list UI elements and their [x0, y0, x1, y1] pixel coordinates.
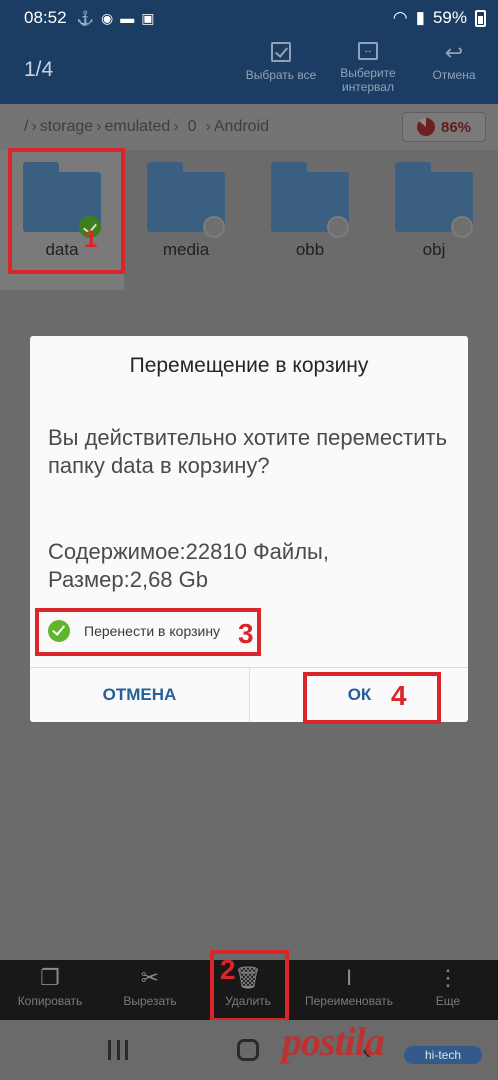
folder-name: obb: [295, 240, 325, 259]
scissors-icon: ✂: [140, 965, 160, 990]
annotation-number-3: 3: [238, 618, 254, 649]
rename-button[interactable]: I Переименовать: [296, 960, 402, 1020]
chevron-right-icon: ›: [31, 118, 37, 135]
breadcrumb-root[interactable]: /: [24, 118, 28, 136]
breadcrumb-zero[interactable]: 0: [188, 118, 197, 136]
cancel-label: Отмена: [432, 68, 476, 82]
copy-label: Копировать: [17, 994, 83, 1008]
notification-icons: ⚓ ◉ ▬ ▣: [77, 10, 155, 27]
image-notification-icon: ▣: [141, 9, 155, 26]
pie-chart-icon: [416, 118, 435, 136]
status-time: 08:52: [24, 8, 67, 27]
cut-label: Вырезать: [123, 994, 177, 1008]
annotation-box-4: [303, 672, 441, 724]
unselected-circle-icon[interactable]: [451, 216, 473, 238]
copy-icon: ❐: [40, 965, 60, 990]
unselected-circle-icon[interactable]: [327, 216, 349, 238]
folder-item-obb[interactable]: obb: [248, 150, 372, 290]
more-vertical-icon: ⋮: [437, 965, 459, 990]
notification-icon: ⚓: [76, 9, 94, 26]
folder-name: media: [162, 240, 210, 259]
recent-apps-icon[interactable]: [108, 1040, 128, 1060]
selection-toolbar: 1/4 Выбрать все ↔ Выберите интервал ↩ От…: [0, 36, 498, 104]
breadcrumb-emulated[interactable]: emulated: [104, 118, 170, 136]
watermark-logo: postila: [282, 1019, 385, 1064]
chevron-right-icon: ›: [96, 118, 102, 135]
battery-icon: [475, 9, 486, 27]
check-square-icon: [271, 42, 291, 62]
range-icon: ↔: [358, 42, 378, 60]
storage-usage-badge[interactable]: 86%: [402, 112, 486, 142]
folder-notification-icon: ▬: [120, 9, 135, 26]
breadcrumb-storage[interactable]: storage: [40, 118, 93, 136]
dialog-title: Перемещение в корзину: [129, 354, 369, 377]
annotation-box-3: [35, 608, 261, 656]
cut-button[interactable]: ✂ Вырезать: [108, 960, 192, 1020]
wifi-icon: ◠: [392, 8, 408, 27]
home-icon[interactable]: [237, 1039, 259, 1061]
select-all-label: Выбрать все: [245, 68, 317, 82]
dialog-info: Содержимое:22810 Файлы, Размер:2,68 Gb: [48, 538, 448, 594]
battery-percent: 59%: [432, 8, 467, 27]
rename-label: Переименовать: [305, 994, 393, 1008]
folder-name: obj: [422, 240, 446, 259]
annotation-box-1: [8, 148, 125, 274]
more-label: Еще: [435, 994, 461, 1008]
watermark-badge: hi-tech: [404, 1046, 482, 1064]
annotation-number-1: 1: [84, 226, 98, 253]
copy-button[interactable]: ❐ Копировать: [8, 960, 92, 1020]
signal-icon: ▮: [415, 8, 425, 27]
selection-count: 1/4: [24, 58, 54, 81]
dialog-contents-line: Содержимое:22810 Файлы,: [48, 539, 329, 564]
chevron-right-icon: ›: [173, 118, 179, 135]
select-range-button[interactable]: ↔ Выберите интервал: [334, 42, 402, 94]
breadcrumb: / › storage › emulated › 0 › Android 86%: [0, 104, 498, 150]
annotation-number-4: 4: [391, 680, 407, 711]
more-button[interactable]: ⋮ Еще: [416, 960, 480, 1020]
folder-item-media[interactable]: media: [124, 150, 248, 290]
text-cursor-icon: I: [345, 965, 353, 990]
chevron-right-icon: ›: [205, 118, 211, 135]
move-to-trash-dialog: Перемещение в корзину Вы действительно х…: [30, 336, 468, 722]
breadcrumb-android[interactable]: Android: [214, 118, 269, 136]
cancel-button[interactable]: ОТМЕНА: [30, 668, 249, 722]
storage-used-value: 86%: [440, 118, 472, 136]
annotation-number-2: 2: [220, 954, 236, 985]
select-all-button[interactable]: Выбрать все: [242, 42, 320, 82]
dialog-message: Вы действительно хотите переместить папк…: [48, 425, 448, 478]
unselected-circle-icon[interactable]: [203, 216, 225, 238]
select-range-label: Выберите интервал: [340, 66, 396, 94]
cancel-selection-button[interactable]: ↩ Отмена: [424, 40, 484, 83]
dialog-size-line: Размер:2,68 Gb: [48, 567, 209, 592]
status-bar: 08:52 ⚓ ◉ ▬ ▣ ◠ ▮ 59%: [0, 0, 498, 36]
folder-item-obj[interactable]: obj: [372, 150, 496, 290]
eye-icon: ◉: [100, 9, 114, 26]
undo-icon: ↩: [444, 40, 464, 65]
